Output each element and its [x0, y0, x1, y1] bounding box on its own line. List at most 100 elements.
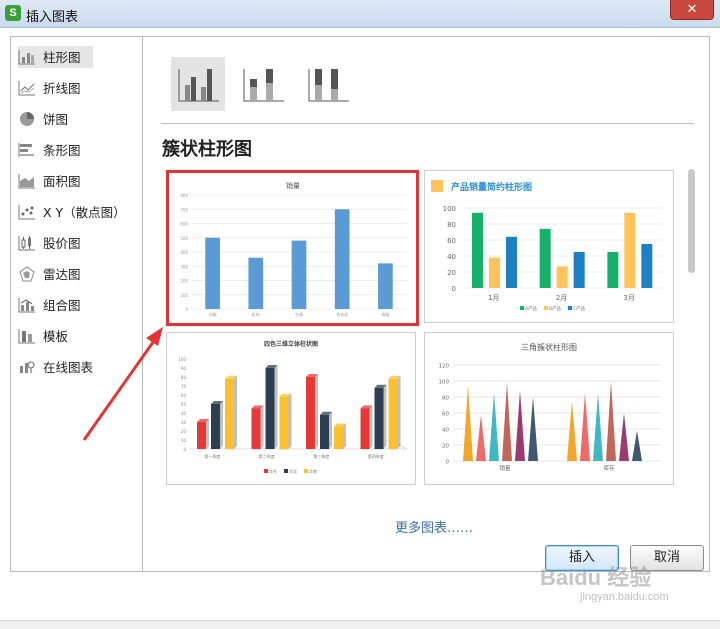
- bar-chart-icon: [18, 142, 34, 157]
- bar: [334, 426, 343, 449]
- legend-label: 华北: [289, 468, 297, 474]
- sidebar-item-label: 组合图: [43, 298, 81, 313]
- template-thumbnail-sales[interactable]: 销量 800 700 600 500 400 300 200 100 0 冰箱 彩电 空调 洗衣机 电脑: [166, 170, 419, 326]
- x-tick-label: 1月: [488, 294, 499, 302]
- title-accent-square: [431, 180, 443, 192]
- sidebar-item-bar[interactable]: 条形图: [11, 134, 142, 165]
- sidebar-item-radar[interactable]: 雷达图: [11, 258, 142, 289]
- template-thumbnail-triangle-column[interactable]: 三角簇状柱形图 120 100 80 60 40 20 0 销量 库存: [424, 332, 674, 485]
- y-tick-label: 40: [181, 411, 187, 416]
- triangle-bar: [489, 393, 499, 461]
- y-tick-label: 20: [447, 269, 456, 277]
- bar: [291, 240, 307, 309]
- y-tick-label: 100: [180, 293, 188, 298]
- x-tick-label: 第二季度: [259, 453, 275, 459]
- y-tick-label: 20: [181, 429, 187, 434]
- bar-side: [206, 419, 209, 449]
- sidebar-item-label: 折线图: [43, 81, 81, 96]
- percent-stacked-column-type-button[interactable]: [301, 57, 355, 111]
- chart-title: 四色三维立体柱状图: [264, 340, 318, 348]
- triangle-bar: [463, 385, 473, 461]
- template-icon: [18, 328, 35, 343]
- column-chart-icon: [18, 49, 35, 64]
- stacked-column-type-button[interactable]: [236, 57, 290, 111]
- sidebar-item-template[interactable]: 模板: [11, 320, 142, 351]
- sidebar-item-online[interactable]: 在线图表: [11, 351, 142, 382]
- x-tick-label: 冰箱: [209, 311, 217, 317]
- x-tick-label: 空调: [295, 311, 303, 317]
- sidebar-item-combo[interactable]: 组合图: [11, 289, 142, 320]
- y-tick-label: 70: [181, 384, 187, 389]
- legend-label: 华南: [309, 468, 317, 474]
- sidebar-item-label: 雷达图: [43, 267, 81, 282]
- y-tick-label: 600: [180, 222, 188, 227]
- radar-chart-icon: [19, 265, 35, 281]
- bar-side: [397, 375, 401, 449]
- sidebar-item-label: X Y（散点图）: [43, 205, 126, 220]
- bar-side: [329, 411, 332, 449]
- bar: [378, 263, 393, 309]
- bar: [556, 266, 568, 288]
- bar: [251, 408, 261, 449]
- y-tick-label: 20: [442, 444, 449, 450]
- bar: [624, 212, 636, 288]
- bar-side: [234, 375, 237, 449]
- more-charts-link[interactable]: 更多图表……: [395, 517, 473, 536]
- sidebar-item-label: 在线图表: [43, 360, 94, 375]
- percent-stacked-column-icon: [308, 69, 349, 102]
- bar: [334, 209, 350, 309]
- bar: [211, 404, 220, 449]
- y-tick-label: 80: [447, 221, 456, 229]
- sidebar-item-scatter[interactable]: X Y（散点图）: [11, 196, 142, 227]
- divider: [161, 123, 694, 124]
- sidebar-item-label: 柱形图: [43, 50, 81, 65]
- bar-side: [369, 405, 373, 449]
- bar: [374, 387, 384, 449]
- bar: [506, 236, 517, 288]
- x-tick-label: 3月: [623, 294, 634, 302]
- bar: [279, 396, 289, 449]
- bar: [641, 244, 653, 288]
- sidebar-item-area[interactable]: 面积图: [11, 165, 142, 196]
- y-tick-label: 100: [443, 205, 456, 213]
- title-bar: S 插入图表 ✕: [0, 0, 720, 28]
- template-thumbnail-simple-product[interactable]: 产品销量简约柱形图 100 80 60 40 20 0 1月 2月 3月 A产品 B产品 C产品: [424, 170, 674, 323]
- bar: [360, 408, 370, 449]
- template-thumbnail-3d-column[interactable]: 四色三维立体柱状图 100 90 80 70 60 50 40 30 20 10 0 第一季度 第二季度第…: [166, 332, 416, 485]
- clustered-column-type-button[interactable]: [171, 57, 225, 111]
- triangle-bar: [476, 414, 486, 461]
- legend-swatch: [568, 306, 572, 310]
- vertical-scrollbar[interactable]: [687, 167, 697, 562]
- scrollbar-thumb[interactable]: [688, 169, 695, 273]
- close-button[interactable]: ✕: [670, 0, 714, 20]
- triangle-bar: [567, 401, 577, 461]
- scatter-chart-icon: [18, 204, 35, 219]
- clustered-column-icon: [178, 69, 219, 102]
- sidebar-item-stock[interactable]: 股价图: [11, 227, 142, 258]
- sidebar-item-line[interactable]: 折线图: [11, 72, 142, 103]
- bar: [573, 252, 585, 288]
- section-title: 簇状柱形图: [162, 139, 252, 160]
- sidebar-item-pie[interactable]: 饼图: [11, 103, 142, 134]
- y-tick-label: 700: [180, 207, 188, 212]
- area-chart-icon: [18, 173, 35, 188]
- triangle-bar: [632, 430, 642, 461]
- legend-swatch: [304, 469, 308, 473]
- triangle-bar: [515, 390, 525, 461]
- legend-label: C产品: [573, 305, 586, 312]
- y-tick-label: 300: [180, 264, 188, 269]
- bar-side: [288, 393, 292, 449]
- x-tick-label: 电脑: [381, 311, 389, 317]
- sidebar-item-label: 条形图: [43, 143, 81, 158]
- sidebar-item-column[interactable]: 柱形图: [11, 41, 142, 72]
- chart-type-sidebar: 柱形图 折线图 饼图 条形图 面积图 X Y（散点图） 股价图 雷达图 组合图 …: [11, 37, 143, 571]
- x-tick-label: 第一季度: [204, 453, 220, 459]
- y-tick-label: 60: [447, 237, 456, 245]
- legend-label: B产品: [549, 305, 562, 312]
- sidebar-item-label: 模板: [43, 329, 69, 344]
- chart-title: 销量: [286, 181, 300, 190]
- bar: [265, 368, 275, 449]
- legend-label: 华东: [269, 468, 277, 474]
- y-tick-label: 120: [439, 364, 450, 370]
- bar-side: [383, 384, 387, 449]
